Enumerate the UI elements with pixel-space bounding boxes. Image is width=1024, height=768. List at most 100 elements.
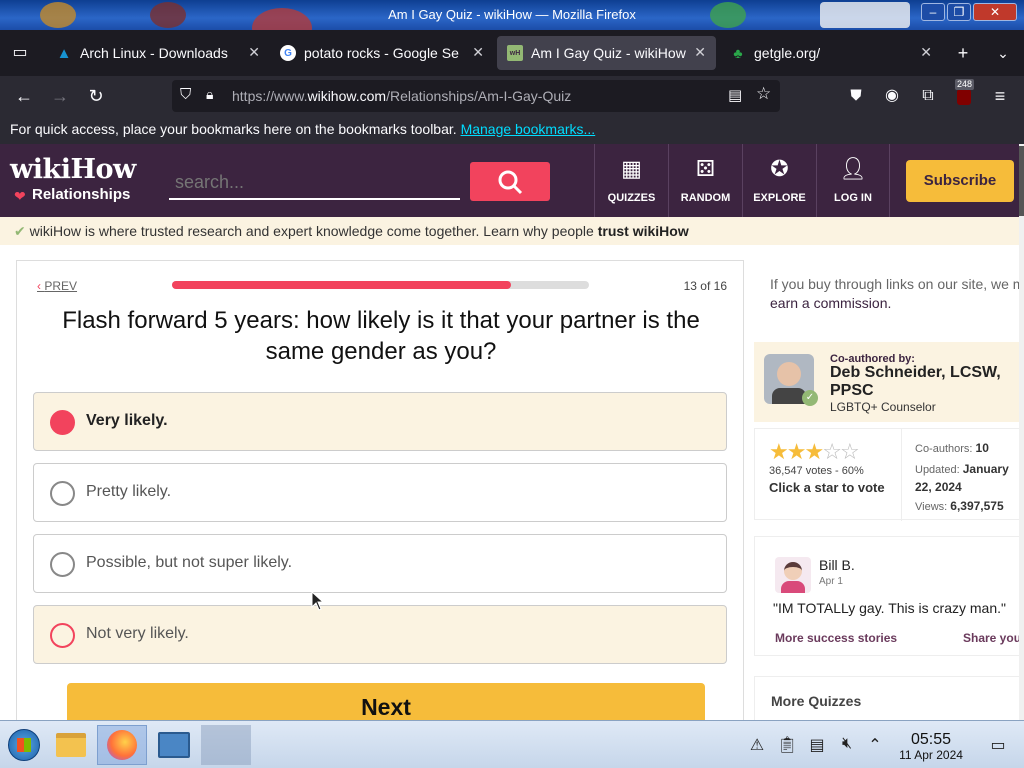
wikihow-logo[interactable]: wikiHow bbox=[10, 154, 136, 185]
back-icon[interactable]: ← bbox=[13, 85, 35, 107]
reader-view-icon[interactable]: ▤ bbox=[728, 86, 742, 104]
more-quizzes-heading: More Quizzes bbox=[771, 693, 862, 709]
close-window-button[interactable]: ✕ bbox=[973, 3, 1017, 21]
option-very-likely[interactable]: Very likely. bbox=[33, 392, 727, 451]
affiliate-link[interactable]: earn a commission. bbox=[770, 295, 891, 311]
coauthor-name[interactable]: Deb Schneider, LCSW, PPSC bbox=[830, 364, 1020, 400]
star-empty-icon[interactable]: ☆ bbox=[840, 439, 860, 464]
ublock-icon[interactable]: 248 bbox=[953, 79, 975, 107]
star-filled-icon[interactable]: ★ bbox=[769, 439, 789, 464]
lock-icon[interactable]: 🔒︎ bbox=[206, 86, 213, 103]
windows-logo-icon bbox=[8, 729, 40, 761]
nav-random[interactable]: ⚄ RANDOM bbox=[668, 144, 742, 217]
url-bar[interactable]: ⛉ 🔒︎ https://www.wikihow.com/Relationshi… bbox=[172, 80, 780, 112]
nav-explore[interactable]: ✪ EXPLORE bbox=[742, 144, 816, 217]
menu-icon[interactable]: ≡ bbox=[989, 85, 1011, 107]
story-text: "IM TOTALLy gay. This is crazy man." bbox=[773, 600, 1006, 616]
tab-label: getgle.org/ bbox=[754, 45, 821, 61]
tracking-shield-icon[interactable]: ⛉ bbox=[180, 86, 191, 103]
nav-quizzes[interactable]: ▦ QUIZZES bbox=[594, 144, 668, 217]
coauthor-avatar[interactable]: ✓ bbox=[764, 354, 818, 406]
page-scrollbar[interactable] bbox=[1019, 144, 1024, 720]
quizzes-icon: ▦ bbox=[621, 156, 642, 181]
tab-getgle[interactable]: ♣ getgle.org/ ✕ bbox=[720, 36, 942, 70]
taskbar-firefox[interactable] bbox=[97, 725, 147, 765]
verified-check-icon: ✓ bbox=[802, 390, 818, 406]
user-icon: 👤︎ bbox=[839, 156, 867, 181]
tab-label: Am I Gay Quiz - wikiHow bbox=[531, 45, 686, 61]
mouse-cursor-icon bbox=[311, 591, 325, 611]
search-button[interactable] bbox=[470, 162, 550, 201]
bookmark-star-icon[interactable]: ☆ bbox=[756, 84, 771, 104]
tab-wikihow[interactable]: wH Am I Gay Quiz - wikiHow ✕ bbox=[497, 36, 716, 70]
question-text: Flash forward 5 years: how likely is it … bbox=[62, 307, 700, 365]
coauthor-title: LGBTQ+ Counselor bbox=[830, 400, 936, 414]
radio-icon[interactable] bbox=[50, 481, 75, 506]
manage-bookmarks-link[interactable]: Manage bookmarks... bbox=[461, 121, 596, 137]
tab-google[interactable]: G potato rocks - Google Se ✕ bbox=[270, 36, 494, 70]
maximize-button[interactable]: ❐ bbox=[947, 3, 971, 21]
close-tab-icon[interactable]: ✕ bbox=[920, 44, 932, 61]
start-button[interactable] bbox=[0, 725, 48, 765]
option-not-very-likely[interactable]: Not very likely. bbox=[33, 605, 727, 664]
taskbar-control-panel[interactable] bbox=[150, 725, 198, 765]
clock-date[interactable]: 11 Apr 2024 bbox=[894, 748, 968, 762]
radio-icon[interactable] bbox=[50, 623, 75, 648]
dice-icon: ⚄ bbox=[695, 156, 716, 181]
logo-subtitle[interactable]: Relationships bbox=[32, 186, 130, 203]
clipboard-icon[interactable]: 📋︎ bbox=[777, 735, 797, 755]
nav-login[interactable]: 👤︎ LOG IN bbox=[816, 144, 890, 217]
taskbar-active-window[interactable] bbox=[201, 725, 251, 765]
star-filled-icon[interactable]: ★ bbox=[804, 439, 824, 464]
success-story-card: Bill B. Apr 1 "IM TOTALLy gay. This is c… bbox=[754, 536, 1024, 656]
pocket-icon[interactable]: ⛊ bbox=[845, 85, 867, 107]
option-possible[interactable]: Possible, but not super likely. bbox=[33, 534, 727, 593]
star-filled-icon[interactable]: ★ bbox=[787, 439, 807, 464]
search-input[interactable] bbox=[169, 166, 460, 200]
tab-overview-icon[interactable]: ▭ bbox=[9, 42, 31, 64]
tray-chevron-up-icon[interactable]: ⌃ bbox=[865, 735, 885, 755]
option-pretty-likely[interactable]: Pretty likely. bbox=[33, 463, 727, 522]
affiliate-text: If you buy through links on our site, we… bbox=[770, 276, 1024, 292]
clock-time[interactable]: 05:55 bbox=[894, 731, 968, 749]
radio-selected-icon[interactable] bbox=[50, 410, 75, 435]
account-icon[interactable]: ◉ bbox=[881, 85, 903, 107]
url-text[interactable]: https://www.wikihow.com/Relationships/Am… bbox=[232, 88, 571, 104]
sd-card-icon[interactable]: ▤ bbox=[807, 735, 827, 755]
tab-bar: ▭ ▲ Arch Linux - Downloads ✕ G potato ro… bbox=[0, 30, 1024, 76]
list-tabs-chevron-icon[interactable]: ⌄ bbox=[992, 42, 1014, 64]
votes-text: 36,547 votes - 60% bbox=[769, 465, 864, 477]
rating-stars[interactable]: ★★★☆☆ bbox=[769, 439, 860, 465]
star-empty-icon[interactable]: ☆ bbox=[822, 439, 842, 464]
bookmarks-toolbar: For quick access, place your bookmarks h… bbox=[0, 116, 1024, 144]
folder-icon bbox=[56, 733, 86, 757]
show-desktop-icon[interactable]: ▭ bbox=[988, 735, 1008, 755]
extensions-icon[interactable]: ⧉ bbox=[917, 85, 939, 107]
close-tab-icon[interactable]: ✕ bbox=[694, 44, 706, 61]
tab-arch-linux[interactable]: ▲ Arch Linux - Downloads ✕ bbox=[46, 36, 270, 70]
radio-icon[interactable] bbox=[50, 552, 75, 577]
views-stat: Views: 6,397,575 bbox=[915, 499, 1004, 513]
prev-button[interactable]: ‹ PREV bbox=[37, 279, 77, 293]
forward-icon[interactable]: → bbox=[49, 85, 71, 107]
prev-label: PREV bbox=[44, 279, 78, 293]
coauthor-card: ✓ Co-authored by: Deb Schneider, LCSW, P… bbox=[754, 342, 1024, 422]
firefox-icon bbox=[107, 730, 137, 760]
reload-icon[interactable]: ↻ bbox=[85, 85, 107, 107]
minimize-button[interactable]: – bbox=[921, 3, 945, 21]
updated-stat: Updated: January 22, 2024 bbox=[915, 462, 1009, 494]
volume-muted-icon[interactable]: 🔇︎ bbox=[837, 735, 857, 755]
new-tab-icon[interactable]: + bbox=[952, 42, 974, 64]
close-tab-icon[interactable]: ✕ bbox=[248, 44, 260, 61]
scrollbar-thumb[interactable] bbox=[1019, 146, 1024, 216]
taskbar-file-manager[interactable] bbox=[47, 725, 95, 765]
trust-link[interactable]: trust wikiHow bbox=[598, 223, 689, 239]
search-icon bbox=[498, 170, 523, 194]
option-label: Very likely. bbox=[86, 412, 168, 429]
close-tab-icon[interactable]: ✕ bbox=[472, 44, 484, 61]
notification-bell-icon[interactable]: ⚠ bbox=[747, 735, 767, 755]
subscribe-button[interactable]: Subscribe bbox=[906, 160, 1014, 202]
share-story-link[interactable]: Share your bbox=[963, 631, 1024, 645]
more-stories-link[interactable]: More success stories bbox=[775, 631, 897, 645]
next-button[interactable]: Next bbox=[67, 683, 705, 720]
